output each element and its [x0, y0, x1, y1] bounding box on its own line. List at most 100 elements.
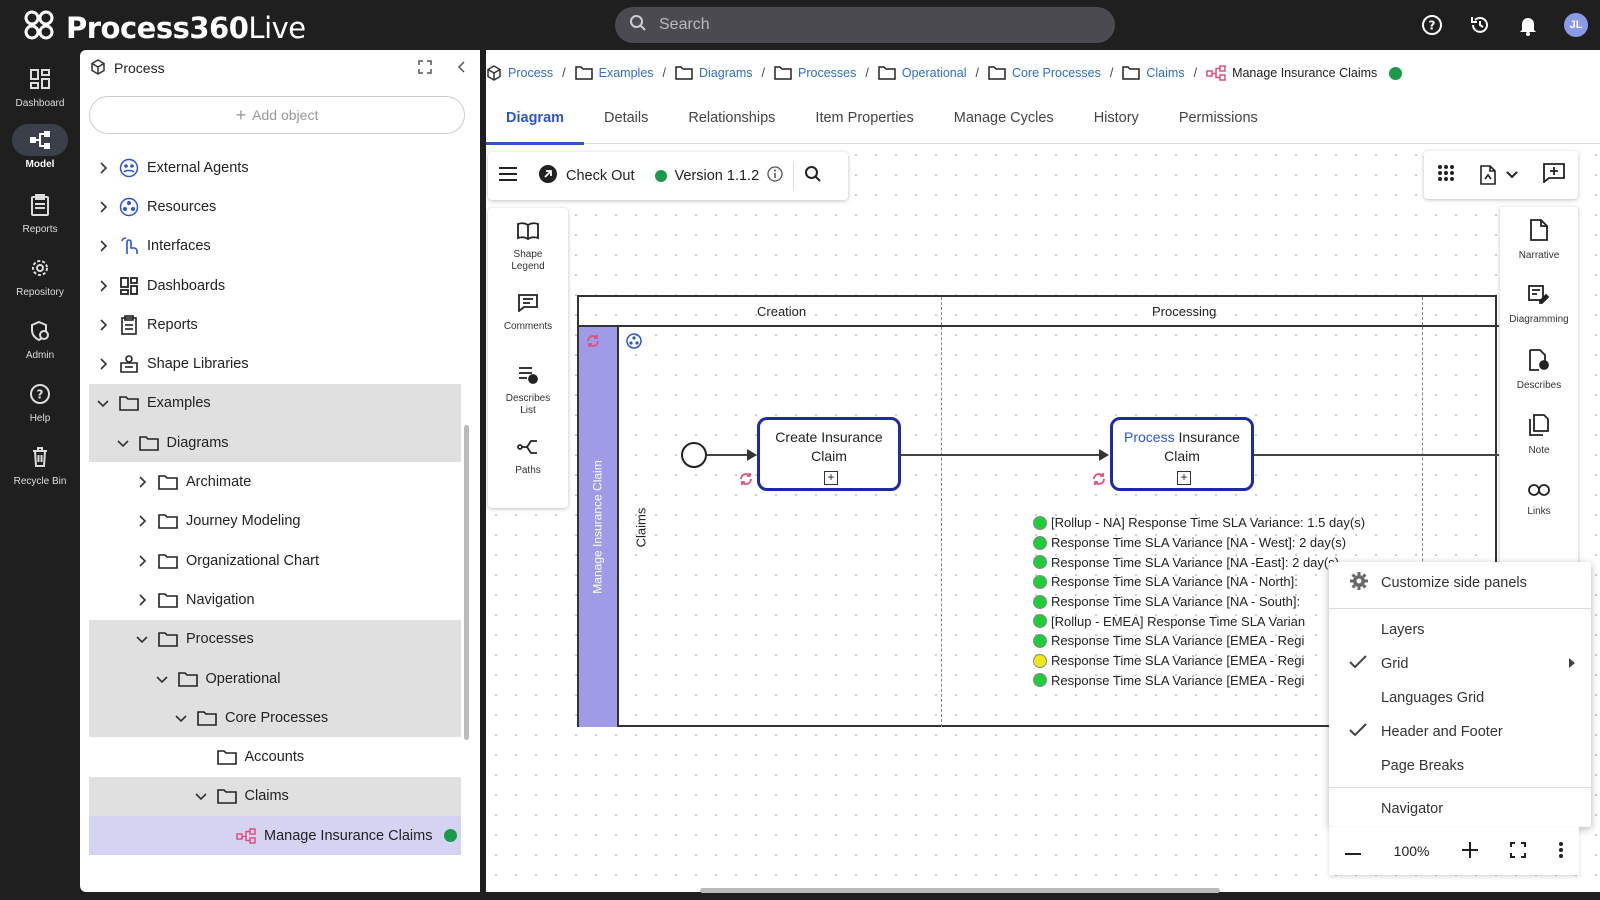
tree-scrollbar[interactable]: [464, 425, 469, 740]
zoom-out-icon[interactable]: [1345, 843, 1362, 859]
chevron-right-icon[interactable]: [95, 319, 111, 331]
kpi-item[interactable]: Response Time SLA Variance [NA - South]:: [1033, 592, 1365, 612]
zoom-level[interactable]: 100%: [1394, 843, 1430, 859]
chevron-right-icon[interactable]: [95, 240, 111, 252]
chevron-down-icon[interactable]: [134, 634, 150, 644]
menu-item-header-and-footer[interactable]: Header and Footer: [1329, 715, 1591, 749]
kpi-item[interactable]: [Rollup - NA] Response Time SLA Variance…: [1033, 513, 1365, 533]
breadcrumb-item[interactable]: Claims: [1122, 66, 1185, 80]
chevron-down-icon[interactable]: [154, 674, 170, 684]
kpi-item[interactable]: Response Time SLA Variance [EMEA - Regi: [1033, 631, 1365, 651]
chevron-right-icon[interactable]: [95, 279, 111, 292]
canvas-horizontal-scrollbar[interactable]: [700, 888, 1220, 893]
shape-legend-button[interactable]: Shape Legend: [488, 208, 568, 280]
task-process-insurance-claim[interactable]: Process Insurance Claim +: [1110, 417, 1254, 491]
tab-permissions[interactable]: Permissions: [1159, 98, 1278, 144]
menu-item-navigator[interactable]: Navigator: [1329, 792, 1591, 826]
task-create-insurance-claim[interactable]: Create Insurance Claim +: [757, 417, 901, 491]
apps-grid-icon[interactable]: [1437, 164, 1455, 187]
chevron-right-icon[interactable]: [95, 358, 111, 370]
start-event[interactable]: [681, 442, 707, 468]
history-icon[interactable]: [1456, 0, 1504, 50]
chevron-right-icon[interactable]: [134, 555, 150, 567]
fit-screen-icon[interactable]: [1510, 841, 1527, 861]
nav-dashboard[interactable]: Dashboard: [0, 63, 80, 109]
breadcrumb-item[interactable]: Diagrams: [675, 66, 753, 80]
narrative-button[interactable]: Narrative: [1500, 207, 1578, 272]
menu-item-layers[interactable]: Layers: [1329, 613, 1591, 647]
chevron-right-icon[interactable]: [134, 476, 150, 488]
kpi-item[interactable]: Response Time SLA Variance [NA - North]:: [1033, 572, 1365, 592]
tree-item-processes[interactable]: Processes: [89, 619, 461, 659]
info-icon[interactable]: [767, 166, 783, 186]
expand-subprocess-icon[interactable]: +: [1177, 471, 1191, 485]
tree-item-archimate[interactable]: Archimate: [89, 462, 461, 501]
zoom-in-icon[interactable]: [1461, 841, 1478, 861]
tree-item-interfaces[interactable]: Interfaces: [89, 227, 461, 266]
cycle-icon[interactable]: [738, 471, 754, 492]
tab-item-properties[interactable]: Item Properties: [795, 98, 933, 144]
menu-item-page-breaks[interactable]: Page Breaks: [1329, 749, 1591, 783]
menu-item-grid[interactable]: Grid: [1329, 647, 1591, 681]
menu-item-languages-grid[interactable]: Languages Grid: [1329, 681, 1591, 715]
breadcrumb-item[interactable]: Examples: [574, 66, 654, 80]
tree-item-accounts[interactable]: Accounts: [89, 737, 461, 776]
tab-diagram[interactable]: Diagram: [486, 98, 585, 145]
kpi-item[interactable]: Response Time SLA Variance [EMEA - Regi: [1033, 671, 1365, 691]
nav-reports[interactable]: Reports: [0, 189, 80, 235]
nav-repository[interactable]: Repository: [0, 252, 80, 298]
diagram-search-button[interactable]: [794, 152, 832, 200]
nav-help[interactable]: ? Help: [0, 378, 80, 424]
expand-subprocess-icon[interactable]: +: [824, 471, 838, 485]
tree-item-core-processes[interactable]: Core Processes: [89, 698, 461, 738]
kpi-item[interactable]: [Rollup - EMEA] Response Time SLA Varian: [1033, 611, 1365, 631]
tree-item-journey-modeling[interactable]: Journey Modeling: [89, 502, 461, 541]
tree-item-resources[interactable]: Resources: [89, 187, 461, 226]
kpi-item[interactable]: Response Time SLA Variance [NA -East]: 2…: [1033, 552, 1365, 572]
add-comment-icon[interactable]: [1543, 162, 1566, 188]
breadcrumb-item[interactable]: Operational: [878, 66, 966, 80]
add-object-button[interactable]: + Add object: [89, 96, 465, 134]
tree-item-claims[interactable]: Claims: [89, 776, 461, 817]
tab-history[interactable]: History: [1074, 98, 1159, 144]
cycle-icon[interactable]: [1091, 471, 1107, 492]
describes-list-button[interactable]: Describes List: [488, 352, 568, 424]
export-document-icon[interactable]: [1480, 165, 1518, 185]
chevron-right-icon[interactable]: [95, 201, 111, 213]
kpi-item[interactable]: Response Time SLA Variance [NA - West]: …: [1033, 533, 1365, 553]
sequence-flow[interactable]: [1254, 454, 1499, 456]
lane-label[interactable]: Claims: [621, 327, 661, 727]
check-out-button[interactable]: Check Out: [528, 152, 645, 200]
paths-button[interactable]: Paths: [488, 424, 568, 496]
tree-item-organizational-chart[interactable]: Organizational Chart: [89, 541, 461, 580]
nav-recycle-bin[interactable]: Recycle Bin: [0, 441, 80, 487]
note-button[interactable]: Note: [1500, 402, 1578, 467]
resource-icon[interactable]: [626, 333, 642, 354]
tree-item-examples[interactable]: Examples: [89, 383, 461, 424]
tree-item-operational[interactable]: Operational: [89, 658, 461, 699]
tree-item-manage-insurance-claims[interactable]: Manage Insurance Claims: [89, 816, 461, 856]
phase-creation[interactable]: Creation: [757, 304, 806, 319]
chevron-down-icon[interactable]: [193, 791, 209, 801]
phase-processing[interactable]: Processing: [1152, 304, 1216, 319]
breadcrumb-item[interactable]: Processes: [774, 66, 856, 80]
tree-item-diagrams[interactable]: Diagrams: [89, 423, 461, 463]
tab-relationships[interactable]: Relationships: [668, 98, 795, 144]
tab-manage-cycles[interactable]: Manage Cycles: [934, 98, 1074, 144]
cycle-icon[interactable]: [585, 333, 601, 354]
pool-label[interactable]: Manage Insurance Claim: [579, 327, 619, 727]
search-input[interactable]: Search: [615, 7, 1115, 43]
comments-button[interactable]: Comments: [488, 280, 568, 352]
tab-details[interactable]: Details: [584, 98, 668, 144]
kpi-item[interactable]: Response Time SLA Variance [EMEA - Regi: [1033, 651, 1365, 671]
sequence-flow[interactable]: [901, 454, 1101, 456]
collapse-panel-icon[interactable]: [456, 60, 466, 77]
user-avatar[interactable]: JL: [1552, 0, 1600, 50]
links-button[interactable]: Links: [1500, 467, 1578, 532]
describes-button[interactable]: Describes: [1500, 337, 1578, 402]
expand-icon[interactable]: [418, 59, 432, 77]
version-info[interactable]: Version 1.1.2: [645, 152, 794, 200]
breadcrumb-item[interactable]: Core Processes: [988, 66, 1101, 80]
chevron-down-icon[interactable]: [115, 438, 131, 448]
task-link-text[interactable]: Process: [1124, 429, 1175, 445]
